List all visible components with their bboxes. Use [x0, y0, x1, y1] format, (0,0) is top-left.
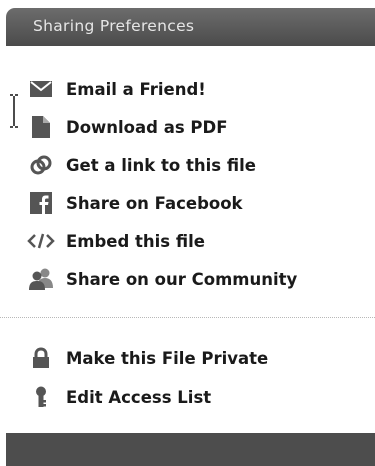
get-link-link[interactable]: Get a link to this file	[26, 152, 256, 178]
sharing-preferences-panel: Sharing Preferences Email a Friend! Down…	[0, 0, 375, 466]
make-private-link[interactable]: Make this File Private	[26, 345, 268, 371]
key-icon	[26, 386, 56, 408]
panel-header: Sharing Preferences	[6, 8, 375, 46]
edit-access-list-label: Edit Access List	[66, 387, 212, 407]
embed-file-label: Embed this file	[66, 231, 205, 251]
edit-access-list-link[interactable]: Edit Access List	[26, 384, 211, 410]
community-icon	[26, 268, 56, 290]
download-pdf-label: Download as PDF	[66, 117, 228, 137]
make-private-label: Make this File Private	[66, 348, 269, 368]
code-icon	[26, 230, 56, 252]
share-facebook-label: Share on Facebook	[66, 193, 243, 213]
section-divider	[0, 317, 375, 318]
document-icon	[26, 116, 56, 138]
facebook-icon	[26, 192, 56, 214]
share-facebook-link[interactable]: Share on Facebook	[26, 190, 243, 216]
text-cursor-icon	[8, 94, 20, 132]
share-community-label: Share on our Community	[66, 269, 298, 289]
link-icon	[26, 154, 56, 176]
share-community-link[interactable]: Share on our Community	[26, 266, 297, 292]
email-a-friend-label: Email a Friend!	[66, 79, 206, 99]
envelope-icon	[26, 78, 56, 100]
download-pdf-link[interactable]: Download as PDF	[26, 114, 227, 140]
panel-title: Sharing Preferences	[33, 17, 195, 35]
embed-file-link[interactable]: Embed this file	[26, 228, 205, 254]
lock-icon	[26, 347, 56, 369]
get-link-label: Get a link to this file	[66, 155, 256, 175]
panel-footer	[6, 433, 375, 466]
email-a-friend-link[interactable]: Email a Friend!	[26, 76, 206, 102]
